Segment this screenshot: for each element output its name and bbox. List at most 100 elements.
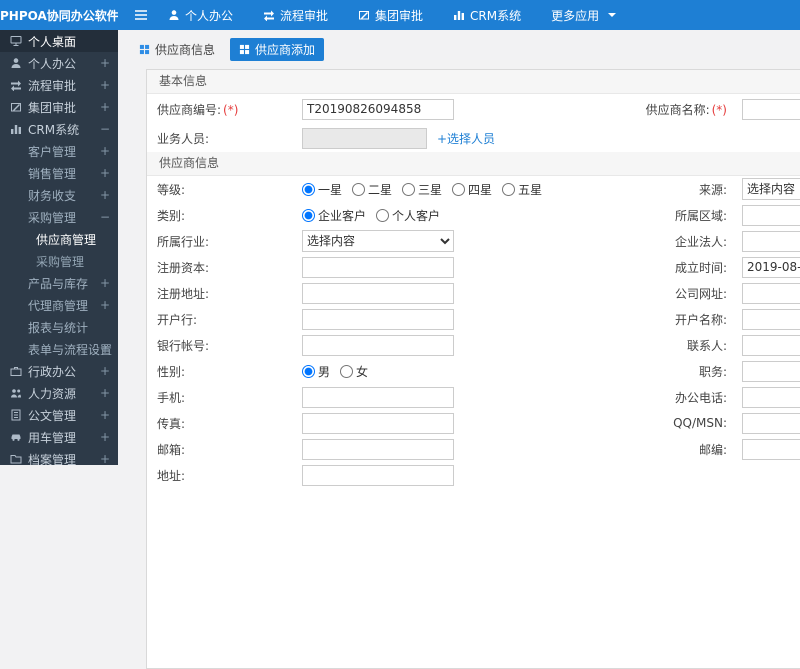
- supplier-no-input[interactable]: [302, 98, 454, 120]
- expand-toggle[interactable]: +: [100, 188, 110, 202]
- legal-person-input[interactable]: [742, 230, 800, 252]
- position-input[interactable]: [742, 360, 800, 382]
- sidebar-item-supplier-mgmt[interactable]: 供应商管理: [0, 228, 118, 250]
- sidebar-item-vehicle-mgmt[interactable]: 用车管理 +: [0, 426, 118, 448]
- staff-input[interactable]: [302, 127, 427, 149]
- radio-input[interactable]: [452, 182, 466, 196]
- qq-msn-input[interactable]: [742, 412, 800, 434]
- radio-label: 四星: [468, 182, 493, 197]
- expand-toggle[interactable]: +: [100, 56, 110, 70]
- radio-input[interactable]: [302, 364, 315, 378]
- field-label: 开户名称:: [674, 312, 727, 327]
- sidebar-item-product-inventory[interactable]: 产品与库存 +: [0, 272, 118, 294]
- expand-toggle[interactable]: +: [100, 430, 110, 444]
- expand-toggle[interactable]: +: [100, 408, 110, 422]
- sidebar-item-personal-office[interactable]: 个人办公 +: [0, 52, 118, 74]
- tab-supplier-info[interactable]: 供应商信息: [130, 38, 224, 61]
- radio-input[interactable]: [352, 182, 366, 196]
- expand-toggle[interactable]: +: [100, 452, 110, 465]
- category-option[interactable]: 个人客户: [376, 207, 440, 224]
- founded-date-input[interactable]: [742, 256, 800, 278]
- form-row: 注册资本: 成立时间:: [147, 254, 800, 280]
- expand-toggle[interactable]: +: [100, 298, 110, 312]
- sidebar-item-personal-desktop[interactable]: 个人桌面: [0, 30, 118, 52]
- sidebar-item-archive-mgmt[interactable]: 档案管理 +: [0, 448, 118, 465]
- source-select[interactable]: 选择内容: [742, 178, 800, 200]
- mobile-input[interactable]: [302, 386, 454, 408]
- topbar: PHPOA协同办公软件 个人办公 流程审批 集团审批 CRM系统 更多应用: [0, 0, 800, 30]
- nav-more-apps[interactable]: 更多应用: [551, 7, 617, 24]
- form-row: 邮箱: 邮编:: [147, 436, 800, 462]
- select-staff-link[interactable]: +选择人员: [437, 130, 495, 147]
- email-input[interactable]: [302, 438, 454, 460]
- address-input[interactable]: [302, 464, 454, 486]
- nav-crm-system[interactable]: CRM系统: [453, 7, 521, 24]
- reg-address-input[interactable]: [302, 282, 454, 304]
- zipcode-input[interactable]: [742, 438, 800, 460]
- gender-option[interactable]: 女: [340, 363, 368, 380]
- level-option[interactable]: 二星: [352, 181, 392, 198]
- radio-input[interactable]: [502, 182, 516, 196]
- expand-toggle[interactable]: +: [100, 166, 110, 180]
- radio-input[interactable]: [340, 364, 354, 378]
- website-input[interactable]: [742, 282, 800, 304]
- sidebar-item-form-flow-settings[interactable]: 表单与流程设置 +: [0, 338, 118, 360]
- expand-toggle[interactable]: +: [100, 276, 110, 290]
- level-option[interactable]: 五星: [502, 181, 542, 198]
- form-row: 手机: 办公电话:: [147, 384, 800, 410]
- reg-capital-input[interactable]: [302, 256, 454, 278]
- level-option[interactable]: 三星: [402, 181, 442, 198]
- hamburger-icon[interactable]: [134, 9, 148, 21]
- office-phone-input[interactable]: [742, 386, 800, 408]
- app-logo: PHPOA协同办公软件: [0, 8, 118, 23]
- fax-input[interactable]: [302, 412, 454, 434]
- supplier-name-input[interactable]: [742, 98, 800, 120]
- region-input[interactable]: [742, 204, 800, 226]
- contact-input[interactable]: [742, 334, 800, 356]
- level-option[interactable]: 一星: [302, 181, 342, 198]
- sidebar-item-admin-office[interactable]: 行政办公 +: [0, 360, 118, 382]
- sidebar-label: 代理商管理: [28, 298, 89, 313]
- sidebar-item-human-resources[interactable]: 人力资源 +: [0, 382, 118, 404]
- collapse-toggle[interactable]: −: [100, 210, 110, 224]
- category-option[interactable]: 企业客户: [302, 207, 366, 224]
- collapse-toggle[interactable]: −: [100, 122, 110, 136]
- expand-toggle[interactable]: +: [100, 386, 110, 400]
- nav-group-approval[interactable]: 集团审批: [358, 7, 423, 24]
- sidebar-item-purchase-mgmt[interactable]: 采购管理 −: [0, 206, 118, 228]
- radio-input[interactable]: [302, 182, 315, 196]
- radio-input[interactable]: [376, 208, 390, 222]
- sidebar-item-sales-mgmt[interactable]: 销售管理 +: [0, 162, 118, 184]
- form-row: 供应商编号:(*) 供应商名称:(*): [147, 94, 800, 124]
- tab-supplier-add[interactable]: 供应商添加: [230, 38, 325, 61]
- expand-toggle[interactable]: +: [100, 364, 110, 378]
- sidebar-item-finance[interactable]: 财务收支 +: [0, 184, 118, 206]
- field-label: 等级:: [157, 182, 186, 197]
- sidebar-item-document-mgmt[interactable]: 公文管理 +: [0, 404, 118, 426]
- nav-personal-office[interactable]: 个人办公: [168, 7, 233, 24]
- sidebar-item-customer-mgmt[interactable]: 客户管理 +: [0, 140, 118, 162]
- level-option[interactable]: 四星: [452, 181, 492, 198]
- form-row: 所属行业: 选择内容 企业法人:: [147, 228, 800, 254]
- expand-toggle[interactable]: +: [100, 144, 110, 158]
- gender-option[interactable]: 男: [302, 363, 330, 380]
- radio-input[interactable]: [302, 208, 315, 222]
- sidebar-label: 流程审批: [28, 78, 77, 93]
- required-mark: (*): [223, 102, 239, 117]
- sidebar-item-crm-system[interactable]: CRM系统 −: [0, 118, 118, 140]
- nav-process-approval[interactable]: 流程审批: [263, 7, 328, 24]
- bank-account-input[interactable]: [302, 334, 454, 356]
- radio-input[interactable]: [402, 182, 416, 196]
- industry-select[interactable]: 选择内容: [302, 230, 454, 252]
- sidebar-item-process-approval[interactable]: 流程审批 +: [0, 74, 118, 96]
- sidebar-item-purchasing[interactable]: 采购管理: [0, 250, 118, 272]
- bank-input[interactable]: [302, 308, 454, 330]
- account-name-input[interactable]: [742, 308, 800, 330]
- expand-toggle[interactable]: +: [100, 342, 110, 356]
- expand-toggle[interactable]: +: [100, 100, 110, 114]
- sidebar-item-group-approval[interactable]: 集团审批 +: [0, 96, 118, 118]
- sidebar-item-reports-stats[interactable]: 报表与统计: [0, 316, 118, 338]
- nav-label: 流程审批: [280, 8, 329, 23]
- sidebar-item-agent-mgmt[interactable]: 代理商管理 +: [0, 294, 118, 316]
- expand-toggle[interactable]: +: [100, 78, 110, 92]
